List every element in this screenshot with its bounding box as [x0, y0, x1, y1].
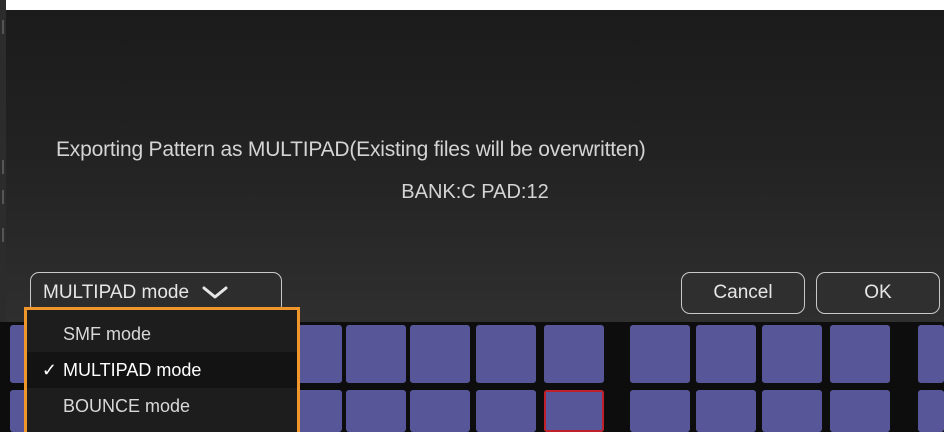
pad-button[interactable] — [410, 390, 470, 432]
export-dialog: Exporting Pattern as MULTIPAD(Existing f… — [6, 10, 944, 322]
pad-button[interactable] — [476, 390, 536, 432]
edge-tick — [2, 228, 4, 242]
pad-button[interactable] — [696, 325, 756, 383]
pad-button[interactable] — [830, 390, 890, 432]
mode-dropdown-menu: SMF mode ✓ MULTIPAD mode BOUNCE mode — [24, 307, 300, 432]
pad-button[interactable] — [918, 325, 944, 383]
option-label: SMF mode — [63, 323, 152, 344]
option-label: MULTIPAD mode — [63, 359, 202, 380]
pad-button[interactable] — [630, 325, 690, 383]
cancel-button[interactable]: Cancel — [681, 272, 805, 314]
mode-select-label: MULTIPAD mode — [43, 282, 190, 303]
pad-button[interactable] — [544, 390, 604, 432]
pad-button[interactable] — [830, 325, 890, 383]
pad-button[interactable] — [762, 390, 822, 432]
option-label: BOUNCE mode — [63, 395, 191, 416]
dropdown-option-bounce[interactable]: BOUNCE mode — [27, 388, 297, 424]
pad-button[interactable] — [696, 390, 756, 432]
chevron-down-icon — [202, 286, 228, 299]
pad-button[interactable] — [918, 390, 944, 432]
export-message: Exporting Pattern as MULTIPAD(Existing f… — [56, 138, 646, 161]
app-window: Exporting Pattern as MULTIPAD(Existing f… — [0, 0, 944, 432]
pad-button[interactable] — [346, 390, 406, 432]
dropdown-option-multipad[interactable]: ✓ MULTIPAD mode — [27, 352, 297, 388]
ok-button[interactable]: OK — [816, 272, 940, 314]
pad-button[interactable] — [630, 390, 690, 432]
edge-tick — [2, 20, 4, 34]
pad-button[interactable] — [346, 325, 406, 383]
dropdown-option-smf[interactable]: SMF mode — [27, 316, 297, 352]
pad-button[interactable] — [476, 325, 536, 383]
checkmark-icon: ✓ — [41, 359, 57, 380]
edge-tick — [2, 190, 4, 204]
pad-button[interactable] — [410, 325, 470, 383]
pad-button[interactable] — [762, 325, 822, 383]
export-target: BANK:C PAD:12 — [401, 181, 549, 203]
pad-button[interactable] — [544, 325, 604, 383]
edge-tick — [2, 160, 4, 174]
